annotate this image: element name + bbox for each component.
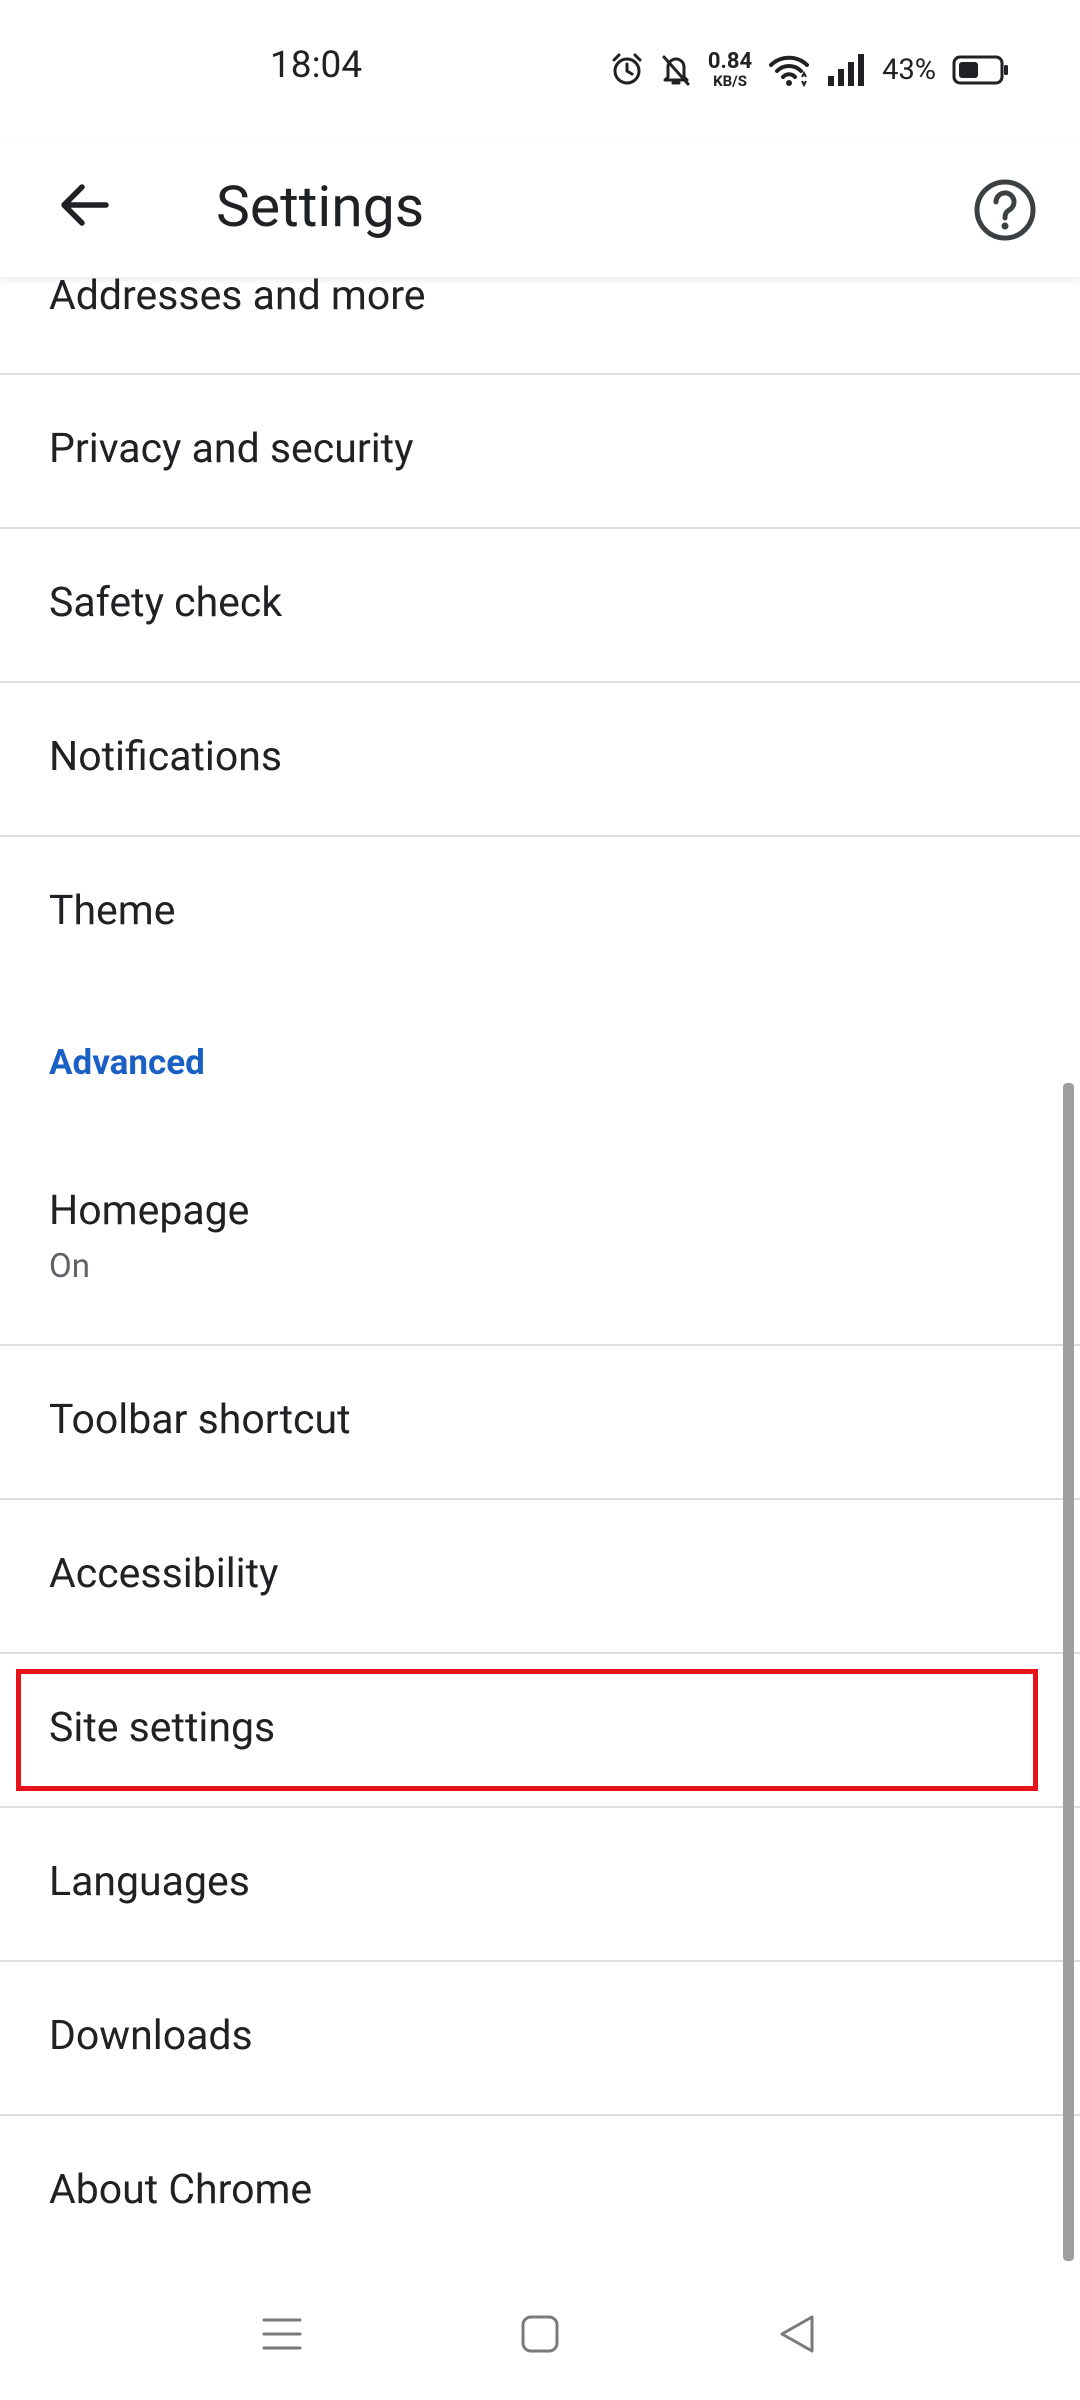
setting-item-summary: On: [49, 1247, 90, 1286]
net-speed: 0.84 KB/S: [708, 51, 752, 89]
setting-item-label: Notifications: [49, 733, 283, 781]
battery-icon: [952, 55, 1010, 85]
home-button[interactable]: [500, 2296, 580, 2372]
setting-item-label: Languages: [49, 1858, 250, 1906]
setting-item-label: Homepage: [49, 1187, 250, 1235]
section-header-advanced: Advanced: [49, 1042, 205, 1083]
setting-item-privacy[interactable]: Privacy and security: [0, 375, 1080, 527]
net-speed-unit: KB/S: [713, 72, 747, 90]
status-bar: 18:04 0.84 KB/S 43%: [0, 0, 1080, 140]
help-circle-icon: [974, 179, 1036, 241]
back-nav-button[interactable]: [758, 2296, 838, 2372]
alarm-icon: [610, 53, 644, 87]
home-square-icon: [521, 2315, 559, 2353]
bell-off-icon: [660, 53, 692, 87]
setting-item-notifications[interactable]: Notifications: [0, 683, 1080, 835]
menu-lines-icon: [262, 2318, 302, 2350]
help-button[interactable]: [960, 165, 1050, 255]
setting-item-safety-check[interactable]: Safety check: [0, 529, 1080, 681]
setting-item-accessibility[interactable]: Accessibility: [0, 1500, 1080, 1652]
back-triangle-icon: [780, 2315, 814, 2353]
setting-item-label: Downloads: [49, 2012, 253, 2060]
setting-item-downloads[interactable]: Downloads: [0, 1962, 1080, 2114]
system-nav-bar: [0, 2266, 1080, 2400]
net-speed-value: 0.84: [707, 49, 753, 74]
setting-item-label: Theme: [49, 887, 176, 935]
recents-button[interactable]: [242, 2296, 322, 2372]
app-bar: Settings: [0, 140, 1080, 277]
signal-icon: [826, 54, 866, 86]
status-time: 18:04: [270, 44, 363, 87]
arrow-left-icon: [61, 184, 109, 226]
setting-item-toolbar-shortcut[interactable]: Toolbar shortcut: [0, 1346, 1080, 1498]
setting-item-about-chrome[interactable]: About Chrome: [0, 2116, 1080, 2268]
wifi-icon: [768, 53, 810, 87]
setting-item-addresses[interactable]: Addresses and more: [0, 272, 1080, 373]
setting-item-label: Safety check: [49, 579, 283, 627]
setting-item-label: Privacy and security: [49, 425, 414, 473]
setting-item-languages[interactable]: Languages: [0, 1808, 1080, 1960]
back-button[interactable]: [44, 165, 124, 245]
page-title: Settings: [216, 173, 425, 240]
highlight-box: [16, 1669, 1038, 1791]
setting-item-label: Addresses and more: [49, 272, 426, 320]
status-icons: 0.84 KB/S 43%: [610, 48, 1010, 92]
setting-item-label: About Chrome: [49, 2166, 313, 2214]
setting-item-theme[interactable]: Theme: [0, 837, 1080, 987]
setting-item-label: Accessibility: [49, 1550, 279, 1598]
battery-percent: 43%: [882, 53, 936, 87]
settings-screen: 18:04 0.84 KB/S 43% Settings Addresses a…: [0, 0, 1080, 2400]
setting-item-homepage[interactable]: Homepage On: [0, 1137, 1080, 1342]
scrollbar-thumb[interactable]: [1063, 1083, 1074, 2261]
setting-item-label: Toolbar shortcut: [49, 1396, 351, 1444]
